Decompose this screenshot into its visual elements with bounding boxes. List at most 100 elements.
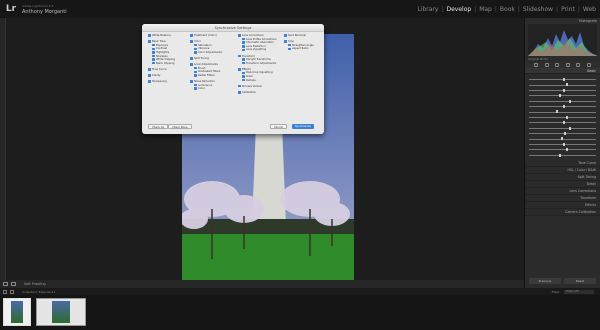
spot-removal-icon[interactable] xyxy=(544,63,549,67)
sync-option[interactable]: Sharpening xyxy=(148,80,167,83)
checkbox-checked-icon[interactable] xyxy=(152,61,155,65)
sync-option[interactable]: Black Clipping xyxy=(152,62,174,65)
sync-option[interactable]: Aspect Ratio xyxy=(288,47,308,50)
sync-option[interactable]: Noise Reduction xyxy=(190,80,215,83)
secondary-display-icon[interactable] xyxy=(10,289,14,294)
cancel-button[interactable]: Cancel xyxy=(270,124,287,129)
module-web[interactable]: Web xyxy=(583,6,596,13)
sync-option[interactable]: Vibrance xyxy=(194,47,209,50)
adjustment-brush-icon[interactable] xyxy=(586,63,591,67)
checkbox-checked-icon[interactable] xyxy=(190,40,193,43)
checkbox-checked-icon[interactable] xyxy=(238,54,241,58)
checkbox-checked-icon[interactable] xyxy=(242,75,245,78)
module-develop[interactable]: Develop xyxy=(446,6,471,13)
sync-option[interactable]: Basic Tone xyxy=(148,40,166,43)
red-eye-icon[interactable] xyxy=(555,63,560,67)
slider-knob[interactable] xyxy=(563,132,566,136)
sync-option[interactable]: Treatment (Color) xyxy=(190,34,217,37)
check-none-button[interactable]: Check None xyxy=(168,124,192,129)
checkbox-checked-icon[interactable] xyxy=(194,74,197,77)
sync-option[interactable]: Clarity xyxy=(148,74,160,77)
adjustment-slider[interactable] xyxy=(529,148,596,152)
sync-option[interactable]: Highlights xyxy=(152,51,169,54)
checkbox-checked-icon[interactable] xyxy=(194,83,197,87)
adjustment-slider[interactable] xyxy=(529,83,596,87)
checkbox-checked-icon[interactable] xyxy=(148,80,151,83)
grid-view-icon[interactable] xyxy=(3,289,7,294)
module-slideshow[interactable]: Slideshow xyxy=(523,6,553,13)
slider-knob[interactable] xyxy=(565,115,568,119)
checkbox-checked-icon[interactable] xyxy=(152,47,155,51)
adjustment-slider[interactable] xyxy=(529,121,596,125)
panel-section-header[interactable]: Split Toning xyxy=(525,174,600,181)
checkbox-checked-icon[interactable] xyxy=(242,41,245,44)
slider-knob[interactable] xyxy=(562,88,565,92)
checkbox-checked-icon[interactable] xyxy=(152,43,155,47)
adjustment-slider[interactable] xyxy=(529,99,596,103)
graduated-filter-icon[interactable] xyxy=(565,63,570,67)
image-canvas[interactable]: Synchronize Settings White Balance Basic … xyxy=(6,18,524,292)
soft-proofing-label[interactable]: Soft Proofing xyxy=(24,282,46,286)
sync-option[interactable]: Tone Curve xyxy=(148,68,166,71)
adjustment-slider[interactable] xyxy=(529,153,596,157)
checkbox-checked-icon[interactable] xyxy=(238,84,241,88)
slider-knob[interactable] xyxy=(555,110,558,114)
sync-option[interactable]: Color xyxy=(190,40,201,43)
checkbox-checked-icon[interactable] xyxy=(194,51,197,54)
checkbox-checked-icon[interactable] xyxy=(238,91,241,94)
adjustment-slider[interactable] xyxy=(529,132,596,136)
adjustment-slider[interactable] xyxy=(529,105,596,109)
sync-option[interactable]: Upright Transforms xyxy=(242,58,271,61)
sync-option[interactable]: Process Version xyxy=(238,85,262,88)
checkbox-checked-icon[interactable] xyxy=(190,34,193,37)
adjustment-slider[interactable] xyxy=(529,142,596,146)
panel-section-header[interactable]: Transform xyxy=(525,195,600,202)
adjustment-slider[interactable] xyxy=(529,88,596,92)
checkbox-checked-icon[interactable] xyxy=(242,58,245,61)
module-book[interactable]: Book xyxy=(500,6,515,13)
adjustment-slider[interactable] xyxy=(529,78,596,82)
slider-knob[interactable] xyxy=(559,94,562,98)
checkbox-checked-icon[interactable] xyxy=(242,61,245,65)
sync-option[interactable]: Transform Adjustments xyxy=(242,62,276,65)
before-after-icon[interactable] xyxy=(11,282,16,286)
checkbox-checked-icon[interactable] xyxy=(242,48,245,52)
adjustment-slider[interactable] xyxy=(529,137,596,141)
module-print[interactable]: Print xyxy=(561,6,575,13)
checkbox-checked-icon[interactable] xyxy=(284,34,287,37)
filmstrip-thumbnail[interactable] xyxy=(36,298,86,326)
crop-tool-icon[interactable] xyxy=(534,63,539,67)
panel-section-header[interactable]: Camera Calibration xyxy=(525,209,600,216)
breadcrumb[interactable]: Collection: Episode 41 xyxy=(22,290,55,294)
adjustment-slider[interactable] xyxy=(529,94,596,98)
sync-option[interactable]: Color xyxy=(194,87,205,90)
filmstrip-thumbnail[interactable] xyxy=(3,298,31,326)
checkbox-checked-icon[interactable] xyxy=(194,47,197,51)
slider-knob[interactable] xyxy=(561,137,564,141)
slider-knob[interactable] xyxy=(569,99,572,103)
slider-knob[interactable] xyxy=(562,105,565,109)
sync-option[interactable]: Radial Filters xyxy=(194,74,215,77)
checkbox-checked-icon[interactable] xyxy=(194,43,197,47)
slider-knob[interactable] xyxy=(562,121,565,125)
checkbox-checked-icon[interactable] xyxy=(238,34,241,37)
sync-option[interactable]: Lens Corrections xyxy=(238,34,264,37)
histogram[interactable] xyxy=(528,24,597,56)
slider-knob[interactable] xyxy=(565,148,568,152)
slider-knob[interactable] xyxy=(569,126,572,130)
adjustment-slider[interactable] xyxy=(529,126,596,130)
sync-option[interactable]: Post-Crop Vignetting xyxy=(242,71,273,74)
radial-filter-icon[interactable] xyxy=(576,63,581,67)
sync-option[interactable]: Contrast xyxy=(152,47,167,50)
checkbox-checked-icon[interactable] xyxy=(190,57,193,60)
checkbox-checked-icon[interactable] xyxy=(288,43,291,47)
sync-option[interactable]: Calibration xyxy=(238,91,256,94)
sync-option[interactable]: Local Adjustments xyxy=(190,63,218,66)
slider-knob[interactable] xyxy=(562,78,565,82)
checkbox-checked-icon[interactable] xyxy=(152,58,155,61)
sync-option[interactable]: Split Toning xyxy=(190,57,209,60)
checkbox-checked-icon[interactable] xyxy=(148,68,151,71)
checkbox-checked-icon[interactable] xyxy=(148,74,151,77)
panel-section-header[interactable]: Lens Corrections xyxy=(525,188,600,195)
sync-option[interactable]: Grain xyxy=(242,75,253,78)
